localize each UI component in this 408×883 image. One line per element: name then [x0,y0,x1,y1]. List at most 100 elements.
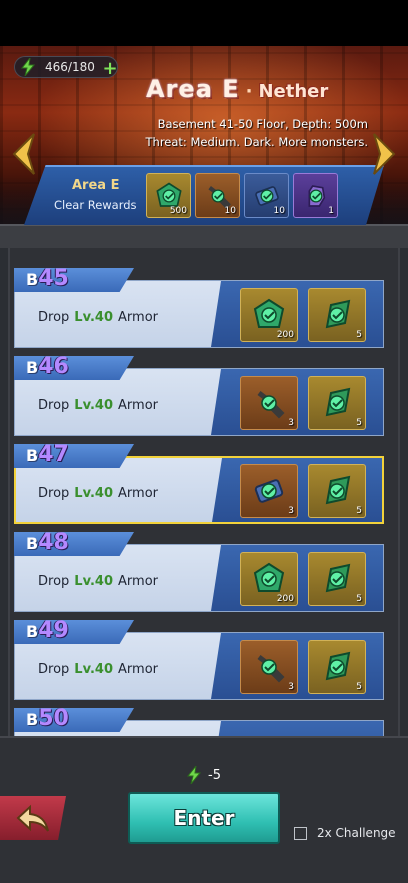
add-energy-button[interactable]: + [101,58,119,79]
clear-rewards-banner: Area E Clear Rewards 500 10 10 1 [24,165,384,225]
floor-reward-item[interactable]: 5 [308,552,366,606]
reward-qty: 5 [356,594,362,604]
floor-label: B 48 [26,530,69,555]
status-bar [0,0,408,46]
floor-reward-item[interactable]: 200 [240,288,298,342]
floor-row-b48[interactable]: B 48 Drop Lv.40 Armor 200 5 [14,530,384,612]
entry-cost-value: -5 [208,767,221,783]
area-title-separator: · [245,81,253,102]
green-shard-icon [325,299,351,329]
floor-label: B 46 [26,354,69,379]
scroll-icon [254,479,284,503]
floor-reward-item[interactable]: 200 [240,552,298,606]
floor-reward-item[interactable]: 5 [308,464,366,518]
reward-qty: 500 [169,206,187,216]
drop-level: Lv.40 [74,398,114,413]
floor-reward-item[interactable]: 5 [308,376,366,430]
floor-label: B 49 [26,618,69,643]
floor-list[interactable]: B 45 Drop Lv.40 Armor 200 5 B 46 Drop Lv… [8,244,400,738]
drop-info: Drop Lv.40 Armor [38,662,158,677]
floor-rewards: 3 5 [240,464,366,518]
floor-reward-item[interactable]: 3 [240,640,298,694]
floor-label: B 50 [26,706,69,731]
floor-number: 50 [38,706,69,731]
entry-cost: -5 [186,766,221,784]
area-title: Area E · Nether [146,75,328,103]
drop-item: Armor [118,398,158,413]
green-gem-icon [253,298,285,328]
floor-reward-item[interactable]: 3 [240,464,298,518]
floor-number: 46 [38,354,69,379]
green-gem-icon [253,562,285,592]
drop-level: Lv.40 [74,662,114,677]
floor-prefix: B [26,358,39,377]
energy-value: 466/180 [45,60,95,74]
drop-item: Armor [118,662,158,677]
clear-reward-item[interactable]: 10 [244,173,289,218]
wrench-icon [257,391,285,419]
list-frame-top [0,224,408,248]
floor-row-b45[interactable]: B 45 Drop Lv.40 Armor 200 5 [14,266,384,348]
green-shard-icon [325,475,351,505]
floor-reward-item[interactable]: 5 [308,288,366,342]
floor-number: 47 [38,442,69,467]
clear-reward-item[interactable]: 10 [195,173,240,218]
clear-reward-item[interactable]: 1 [293,173,338,218]
floor-prefix: B [26,270,39,289]
reward-qty: 3 [288,418,294,428]
floor-label: B 47 [26,442,69,467]
green-shard-icon [325,651,351,681]
drop-info: Drop Lv.40 Armor [38,398,158,413]
floor-row-b46[interactable]: B 46 Drop Lv.40 Armor 3 5 [14,354,384,436]
drop-label: Drop [38,310,70,325]
green-shard-icon [325,387,351,417]
floor-prefix: B [26,446,39,465]
wrench-icon [257,655,285,683]
drop-info: Drop Lv.40 Armor [38,486,158,501]
floor-reward-item[interactable]: 3 [240,376,298,430]
drop-level: Lv.40 [74,310,114,325]
drop-label: Drop [38,398,70,413]
floor-row-b47[interactable]: B 47 Drop Lv.40 Armor 3 5 [14,442,384,524]
double-challenge-checkbox[interactable] [294,826,307,840]
reward-qty: 200 [276,330,294,340]
drop-info: Drop Lv.40 Armor [38,310,158,325]
floor-label: B 45 [26,266,69,291]
drop-label: Drop [38,662,70,677]
floor-number: 48 [38,530,69,555]
energy-bolt-icon [186,766,202,784]
double-challenge-toggle[interactable]: 2x Challenge [294,826,396,840]
enter-button[interactable]: Enter [128,792,280,844]
floor-number: 49 [38,618,69,643]
area-title-main: Area E [146,75,240,103]
drop-item: Armor [118,574,158,589]
drop-item: Armor [118,310,158,325]
floor-rewards: 3 5 [240,640,366,694]
clear-area-label: Area E [72,178,120,193]
floor-prefix: B [26,534,39,553]
reward-qty: 200 [276,594,294,604]
back-arrow-icon [16,804,49,832]
floor-row-b49[interactable]: B 49 Drop Lv.40 Armor 3 5 [14,618,384,700]
back-button[interactable] [0,796,66,840]
drop-level: Lv.40 [74,574,114,589]
double-challenge-label: 2x Challenge [317,826,396,840]
floor-row-b50[interactable]: B 50 [14,706,384,738]
glove-icon [308,184,325,207]
floor-reward-item[interactable]: 5 [308,640,366,694]
area-title-subtitle: Nether [258,81,329,102]
drop-level: Lv.40 [74,486,114,501]
next-area-button[interactable] [370,132,398,176]
floor-prefix: B [26,710,39,729]
floor-rewards: 200 5 [240,552,366,606]
drop-label: Drop [38,486,70,501]
area-description: Basement 41-50 Floor, Depth: 500m Threat… [128,115,369,151]
chevron-left-icon [12,133,35,175]
floor-number: 45 [38,266,69,291]
clear-rewards-label: Clear Rewards [54,198,137,212]
floor-prefix: B [26,622,39,641]
energy-counter: 466/180 + [14,56,119,79]
clear-reward-item[interactable]: 500 [146,173,191,218]
previous-area-button[interactable] [10,132,38,176]
drop-item: Armor [118,486,158,501]
